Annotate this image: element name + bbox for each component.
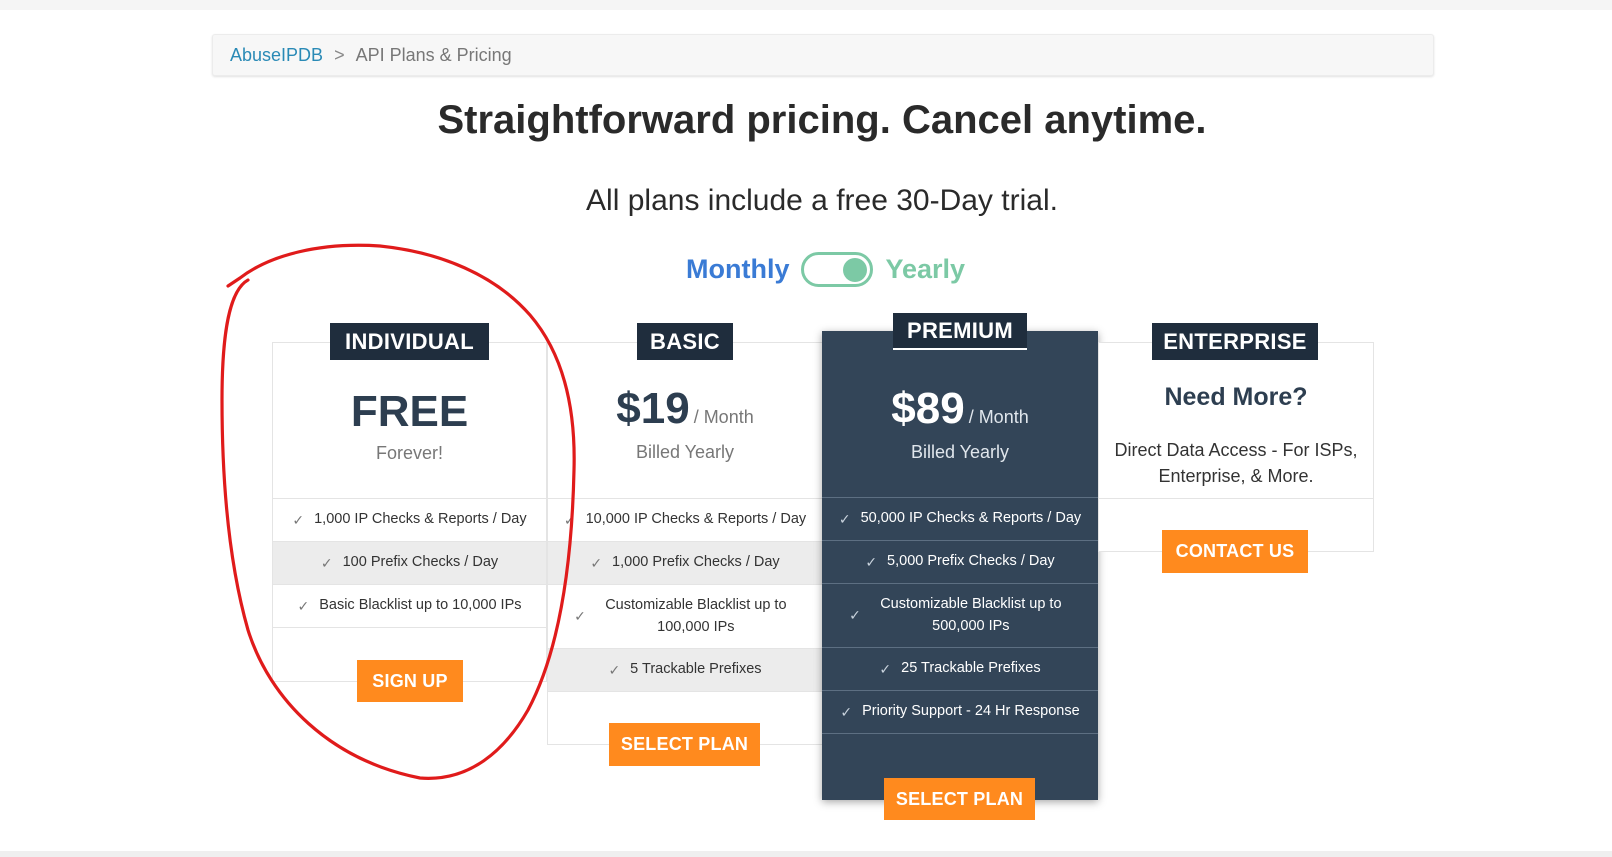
plan-price: $19	[616, 384, 690, 433]
feature-item: ✓ Customizable Blacklist up to 500,000 IP…	[822, 583, 1098, 647]
feature-item: ✓ Basic Blacklist up to 10,000 IPs	[273, 584, 546, 627]
feature-item: ✓ 5,000 Prefix Checks / Day	[822, 540, 1098, 583]
check-icon: ✓	[849, 607, 861, 624]
plan-price-note: Forever!	[375, 443, 444, 463]
plan-name-tag: ENTERPRISE	[1152, 323, 1318, 360]
feature-item: ✓ 100 Prefix Checks / Day	[273, 541, 546, 584]
feature-item: ✓ Priority Support - 24 Hr Response	[822, 690, 1098, 733]
feature-divider	[273, 627, 546, 628]
plan-name-tag: INDIVIDUAL	[330, 323, 489, 360]
breadcrumb-current: API Plans & Pricing	[355, 44, 512, 65]
plan-card-individual: FREE Forever! ✓ 1,000 IP Checks & Reports…	[272, 342, 547, 682]
page-headline: Straightforward pricing. Cancel anytime.	[437, 98, 1207, 142]
page-subheadline: All plans include a free 30-Day trial.	[586, 184, 1058, 217]
select-plan-button-premium[interactable]: SELECT PLAN	[884, 778, 1035, 820]
check-icon: ✓	[590, 554, 603, 571]
check-icon: ✓	[838, 510, 851, 527]
check-icon: ✓	[840, 703, 853, 720]
plan-price-period: / Month	[693, 407, 754, 427]
check-icon: ✓	[320, 554, 333, 571]
breadcrumb: AbuseIPDB > API Plans & Pricing	[212, 34, 1434, 76]
toggle-knob	[843, 257, 868, 282]
feature-item: ✓ 1,000 IP Checks & Reports / Day	[273, 498, 546, 541]
feature-item: ✓ 1,000 Prefix Checks / Day	[548, 541, 822, 584]
feature-divider	[548, 691, 822, 692]
breadcrumb-separator: >	[334, 44, 345, 65]
feature-item: ✓ 10,000 IP Checks & Reports / Day	[548, 498, 822, 541]
plan-name-tag: BASIC	[637, 323, 733, 360]
sign-up-button[interactable]: SIGN UP	[357, 660, 463, 702]
check-icon: ✓	[865, 553, 878, 570]
check-icon: ✓	[608, 661, 621, 678]
bottom-strip	[0, 851, 1612, 857]
breadcrumb-home-link[interactable]: AbuseIPDB	[230, 45, 323, 66]
contact-us-button[interactable]: CONTACT US	[1162, 530, 1308, 573]
enterprise-description-line: Direct Data Access - For ISPs,	[1114, 440, 1358, 460]
feature-item: ✓ 25 Trackable Prefixes	[822, 647, 1098, 690]
enterprise-description: Direct Data Access - For ISPs, Enterpris…	[1099, 437, 1373, 489]
plan-price-row: $19 / Month	[547, 384, 823, 434]
check-icon: ✓	[574, 608, 586, 625]
check-icon: ✓	[563, 511, 576, 528]
plan-name-tag: PREMIUM	[893, 313, 1027, 350]
feature-item: ✓ Customizable Blacklist up to 100,000 IP…	[548, 584, 822, 648]
check-icon: ✓	[879, 660, 892, 677]
billing-toggle-row: Monthly Yearly	[686, 251, 965, 287]
yearly-label[interactable]: Yearly	[885, 254, 965, 285]
feature-item: ✓ 5 Trackable Prefixes	[548, 648, 822, 691]
enterprise-title: Need More?	[1164, 383, 1308, 411]
plan-price-row: $89 / Month	[822, 384, 1098, 434]
select-plan-button-basic[interactable]: SELECT PLAN	[609, 723, 760, 766]
top-strip	[0, 0, 1612, 10]
plan-price: $89	[891, 384, 965, 433]
feature-divider	[1099, 498, 1373, 499]
plan-price-note: Billed Yearly	[910, 442, 1010, 462]
plan-price-note: Billed Yearly	[635, 442, 735, 462]
feature-divider	[822, 733, 1098, 734]
check-icon: ✓	[297, 597, 310, 614]
monthly-label[interactable]: Monthly	[686, 254, 789, 285]
plan-price: FREE	[350, 387, 469, 436]
feature-item: ✓ 50,000 IP Checks & Reports / Day	[822, 497, 1098, 540]
plan-price-period: / Month	[968, 407, 1029, 427]
enterprise-description-line: Enterprise, & More.	[1158, 466, 1314, 487]
check-icon: ✓	[292, 511, 305, 528]
plan-card-enterprise: Need More? Direct Data Access - For ISPs…	[1098, 342, 1374, 552]
billing-toggle-switch[interactable]	[801, 251, 874, 287]
